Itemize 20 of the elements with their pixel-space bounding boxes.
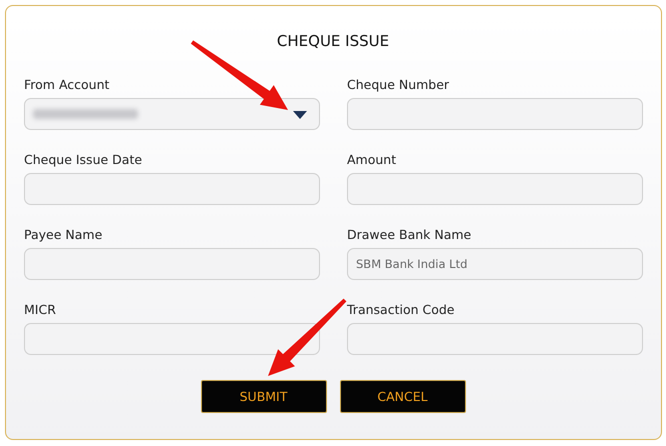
- field-label: Cheque Number: [347, 77, 450, 92]
- input-field[interactable]: [24, 248, 320, 280]
- caret-icon: [293, 111, 307, 119]
- submit-button[interactable]: SUBMIT: [200, 380, 326, 413]
- input-field[interactable]: [347, 323, 643, 355]
- input-field[interactable]: [24, 173, 320, 205]
- field-label: Drawee Bank Name: [347, 227, 472, 242]
- field-label: MICR: [24, 302, 57, 317]
- input-field[interactable]: [347, 98, 643, 130]
- input-field[interactable]: [24, 323, 320, 355]
- cancel-button[interactable]: CANCEL: [340, 380, 466, 413]
- input-field[interactable]: [347, 173, 643, 205]
- field-label: Transaction Code: [347, 302, 456, 317]
- field-label: From Account: [24, 77, 110, 92]
- account-dropdown[interactable]: [24, 98, 320, 130]
- input-field[interactable]: SBM Bank India Ltd: [347, 248, 643, 280]
- field-label: Payee Name: [24, 227, 104, 242]
- field-label: Amount: [347, 152, 398, 167]
- field-label: Cheque Issue Date: [24, 152, 144, 167]
- form-title: CHEQUE ISSUE: [276, 32, 390, 50]
